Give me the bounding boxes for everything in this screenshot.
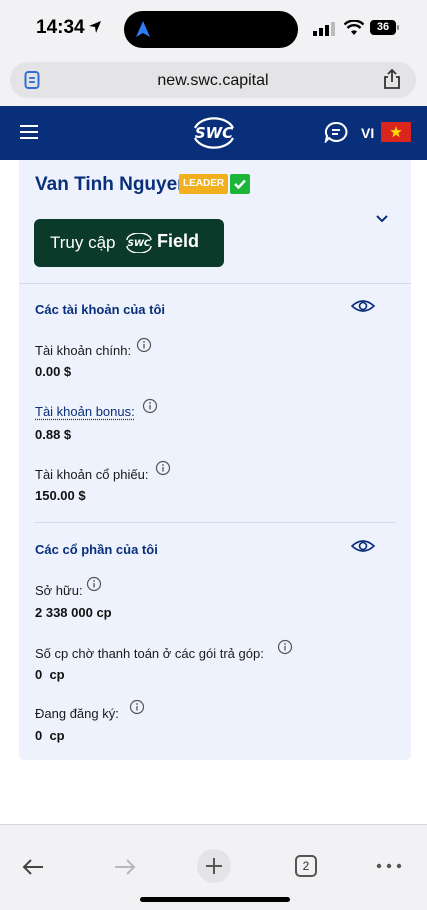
url-text: new.swc.capital — [157, 72, 269, 89]
navigation-arrow-icon — [136, 21, 150, 37]
shares-section-title: Các cổ phần của tôi — [35, 542, 158, 557]
vietnam-flag-icon[interactable] — [381, 122, 411, 142]
more-icon[interactable] — [376, 863, 402, 869]
swc-field-logo: SWC — [126, 233, 152, 253]
access-field-button[interactable]: Truy cập SWC Field — [34, 219, 224, 267]
language-selector[interactable]: VI — [361, 125, 374, 141]
wifi-icon — [344, 20, 364, 35]
owned-shares-label: Sở hữu: — [35, 583, 83, 598]
signal-icon — [313, 22, 335, 36]
menu-icon[interactable] — [20, 125, 38, 139]
app-header: SWC VI — [0, 106, 427, 160]
info-icon[interactable] — [136, 337, 152, 353]
section-divider — [34, 522, 396, 523]
share-icon[interactable] — [382, 68, 402, 90]
info-icon[interactable] — [86, 576, 102, 592]
info-icon[interactable] — [142, 398, 158, 414]
bonus-account-value: 0.88 $ — [35, 427, 72, 442]
home-indicator — [140, 897, 290, 902]
info-icon[interactable] — [277, 639, 293, 655]
tabs-button[interactable]: 2 — [295, 855, 317, 877]
pending-shares-value: 0 cp — [35, 667, 65, 682]
battery-level: 36 — [370, 20, 396, 35]
svg-text:SWC: SWC — [127, 239, 150, 249]
section-divider — [19, 283, 411, 284]
chevron-down-icon[interactable] — [374, 213, 390, 225]
registering-shares-value: 0 cp — [35, 728, 65, 743]
main-account-label: Tài khoản chính: — [35, 343, 132, 358]
location-arrow-icon — [89, 21, 101, 33]
battery-tip — [397, 25, 399, 30]
status-bar: 14:34 36 — [0, 0, 427, 58]
verified-icon — [230, 174, 250, 194]
leader-badge: LEADER — [179, 174, 229, 194]
owned-shares-value: 2 338 000 cp — [35, 605, 112, 620]
plus-icon — [206, 858, 222, 874]
info-icon[interactable] — [155, 460, 171, 476]
info-icon[interactable] — [129, 699, 145, 715]
svg-text:SWC: SWC — [195, 124, 233, 142]
new-tab-button[interactable] — [197, 849, 231, 883]
forward-icon[interactable] — [113, 857, 137, 877]
accounts-section-title: Các tài khoản của tôi — [35, 302, 166, 317]
battery-icon: 36 — [370, 20, 400, 36]
stock-account-label: Tài khoản cổ phiếu: — [35, 467, 149, 482]
browser-address-bar: new.swc.capital — [0, 58, 427, 106]
url-field[interactable]: new.swc.capital — [10, 62, 416, 98]
user-name: Van Tinh Nguyen — [35, 174, 189, 195]
back-icon[interactable] — [21, 857, 45, 877]
bonus-account-link[interactable]: Tài khoản bonus: — [35, 404, 135, 419]
chat-icon[interactable] — [324, 121, 348, 143]
stock-account-value: 150.00 $ — [35, 488, 86, 503]
swc-logo[interactable]: SWC — [189, 114, 239, 152]
access-field-word: Field — [157, 231, 200, 251]
registering-shares-label: Đang đăng ký: — [35, 706, 119, 721]
eye-icon[interactable] — [351, 538, 375, 554]
access-field-label: Truy cập — [50, 233, 116, 252]
main-account-value: 0.00 $ — [35, 364, 72, 379]
status-time: 14:34 — [36, 17, 85, 38]
eye-icon[interactable] — [351, 298, 375, 314]
pending-shares-label: Số cp chờ thanh toán ở các gói trả góp: — [35, 646, 264, 661]
